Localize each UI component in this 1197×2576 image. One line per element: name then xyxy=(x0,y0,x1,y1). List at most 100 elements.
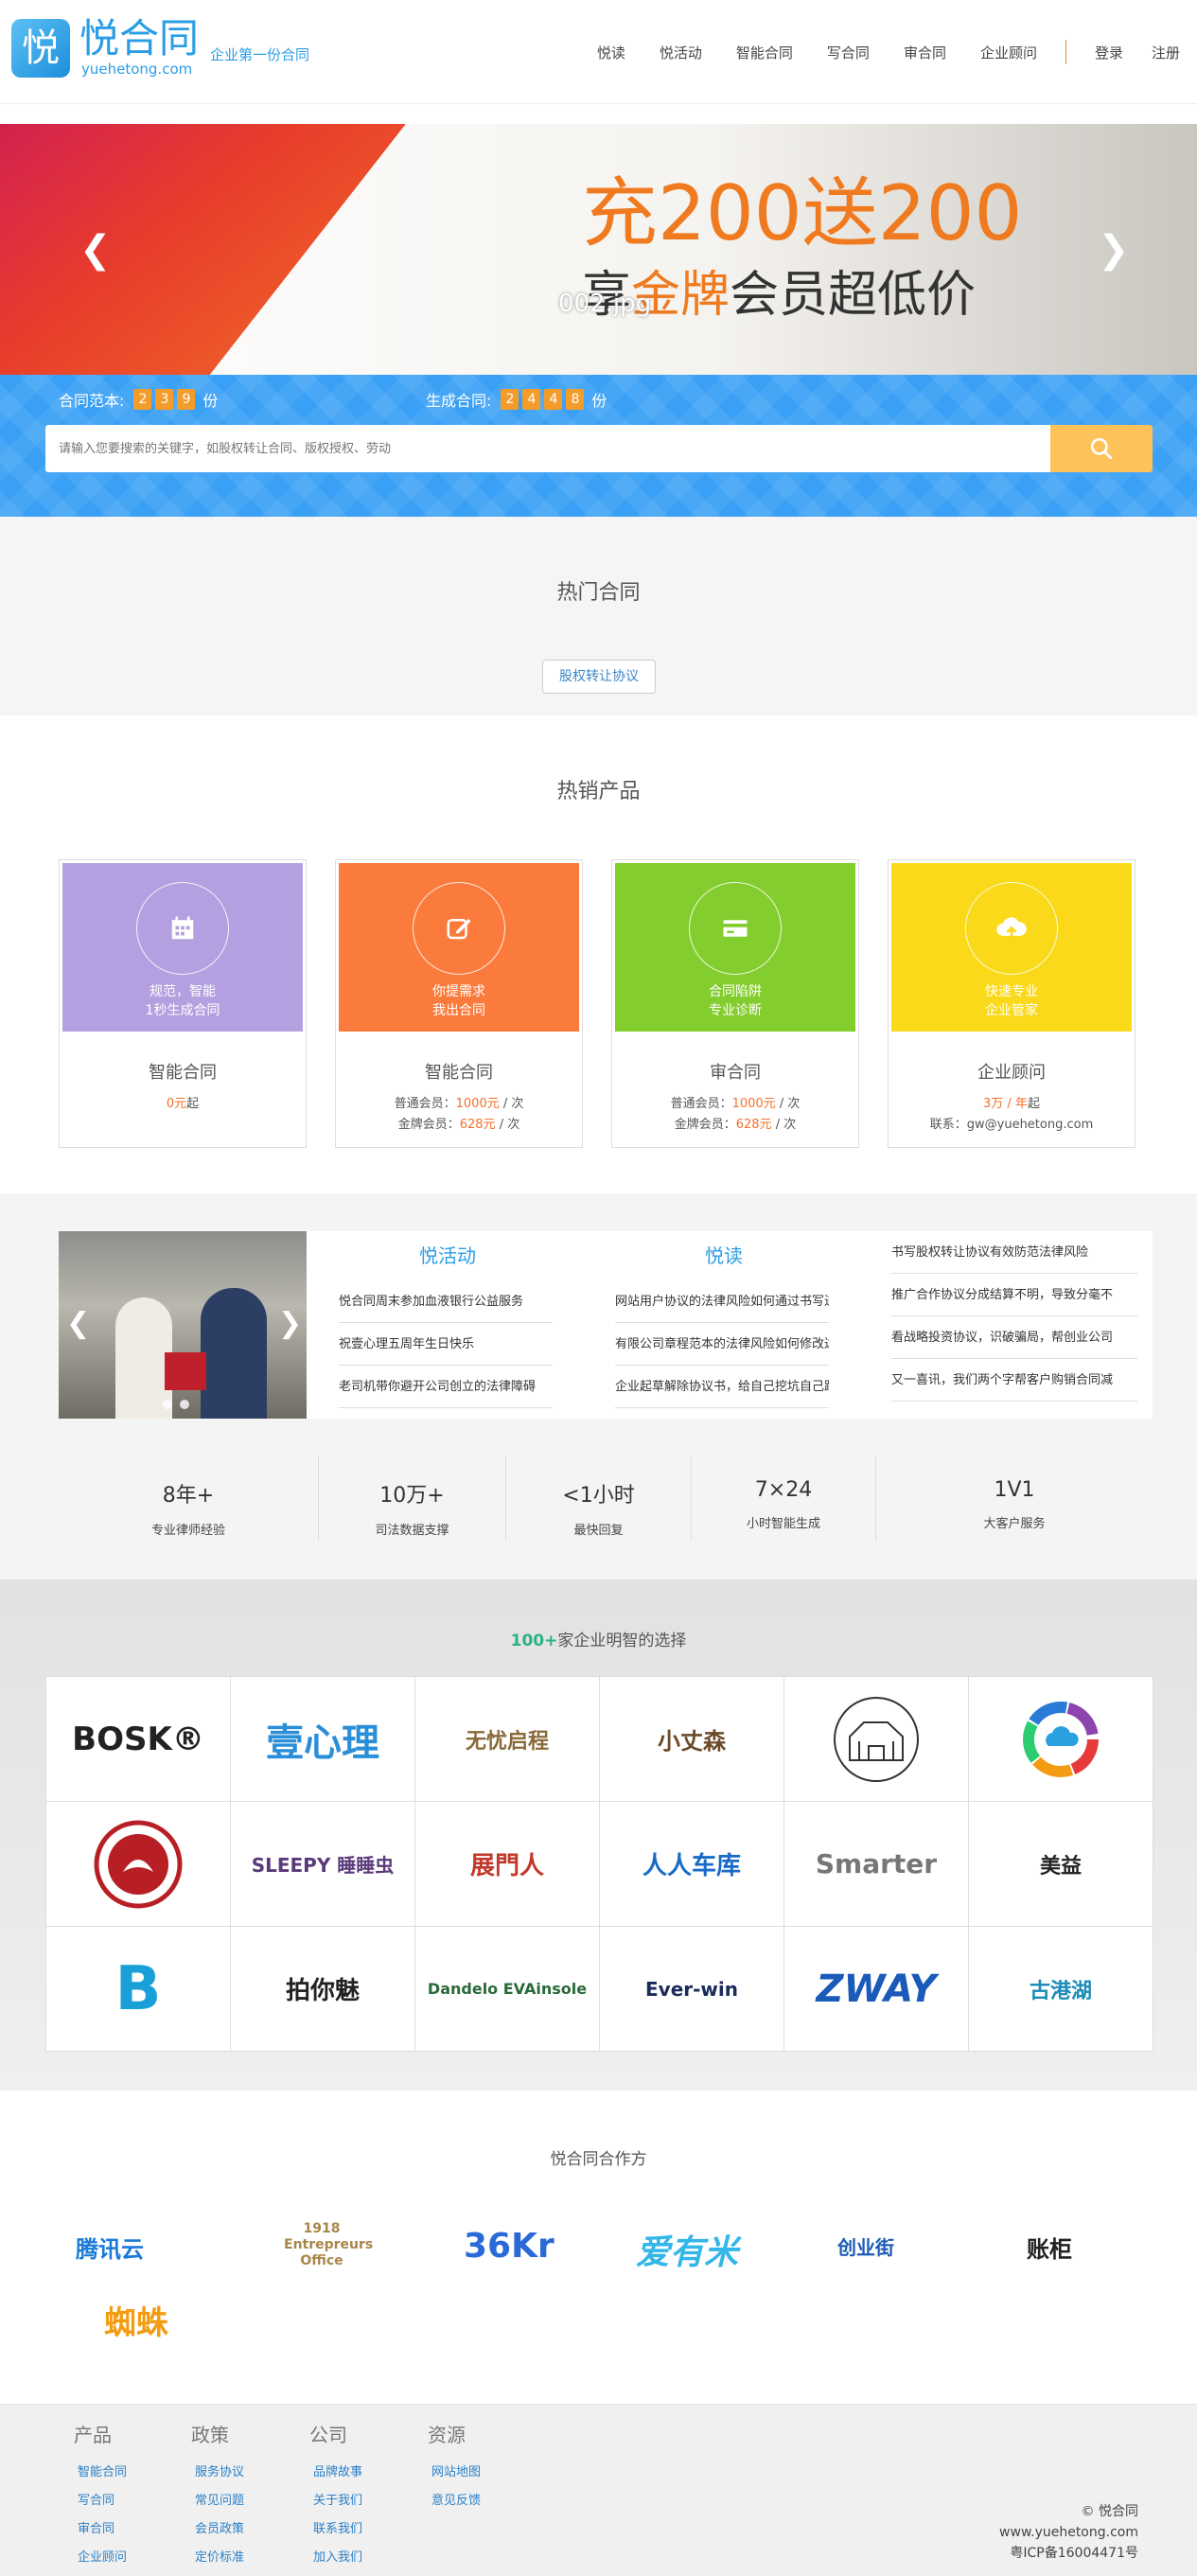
news-link[interactable]: 看战略投资协议，识破骗局，帮创业公司 xyxy=(891,1316,1137,1359)
kpi-item: 8年+ 专业律师经验 xyxy=(59,1456,319,1541)
stat-unit: 份 xyxy=(591,392,607,410)
product-card[interactable]: 合同陷阱 专业诊断 审合同 普通会员：1000元 / 次 金牌会员：628元 / … xyxy=(611,859,859,1148)
price-suffix: / 次 xyxy=(495,1118,520,1132)
product-card[interactable]: 规范，智能 1秒生成合同 智能合同 0元起 xyxy=(59,859,307,1148)
search-button[interactable] xyxy=(1050,425,1153,472)
banner-headline: 充200送200 xyxy=(582,171,1022,256)
footer-link[interactable]: 网站地图 xyxy=(428,2459,481,2487)
footer-link[interactable]: 会员政策 xyxy=(191,2515,244,2544)
calendar-icon xyxy=(171,916,194,940)
product-card-banner: 规范，智能 1秒生成合同 xyxy=(62,863,303,1032)
product-card-banner: 你提需求 我出合同 xyxy=(339,863,579,1032)
chevron-right-icon[interactable]: ❯ xyxy=(1098,231,1130,269)
brand-logo: ZWAY xyxy=(784,1927,969,2052)
footer-link[interactable]: 智能合同 xyxy=(74,2459,127,2487)
footer-link[interactable]: 联系我们 xyxy=(309,2515,362,2544)
banner-filename: 002.jpg xyxy=(558,290,652,318)
read-column: 悦读 网站用户协议的法律风险如何通过书写进 有限公司章程范本的法律风险如何修改达… xyxy=(600,1231,848,1408)
kpi-desc: 专业律师经验 xyxy=(150,1524,225,1538)
hot-contracts-section: 热门合同 股权转让协议 xyxy=(0,517,1197,715)
footer-link[interactable]: 企业顾问 xyxy=(74,2544,127,2572)
product-price: 3万 / 年起 xyxy=(889,1093,1135,1111)
footer-link[interactable]: 写合同 xyxy=(74,2487,127,2515)
product-name: 企业顾问 xyxy=(977,1063,1046,1083)
footer-link[interactable]: 加入我们 xyxy=(309,2544,362,2572)
brand-logo: 古港湖 xyxy=(969,1927,1153,2052)
chevron-right-icon[interactable]: ❯ xyxy=(278,1307,302,1340)
footer-heading: 公司 xyxy=(309,2424,347,2446)
nav-item-review-contract[interactable]: 审合同 xyxy=(904,43,946,62)
news-link[interactable]: 网站用户协议的法律风险如何通过书写进 xyxy=(615,1280,829,1323)
register-link[interactable]: 注册 xyxy=(1152,43,1180,62)
product-icon-circle xyxy=(136,882,229,975)
activity-photo-carousel[interactable]: ❮ ❯ xyxy=(59,1231,307,1419)
news-link[interactable]: 有限公司章程范本的法律风险如何修改达 xyxy=(615,1323,829,1366)
logo-icon[interactable]: 悦 xyxy=(11,19,70,78)
product-desc-line: 专业诊断 xyxy=(709,1003,762,1018)
kpi-value: <1小时 xyxy=(562,1484,635,1508)
news-link[interactable]: 推广合作协议分成结算不明，导致分毫不 xyxy=(891,1274,1137,1316)
chevron-left-icon[interactable]: ❮ xyxy=(79,231,112,269)
kpi-value: 7×24 xyxy=(754,1478,813,1502)
brand-logo: Ever-win xyxy=(600,1927,784,2052)
chevron-left-icon[interactable]: ❮ xyxy=(66,1307,90,1340)
column-title[interactable]: 悦读 xyxy=(600,1231,848,1280)
product-desc-line: 快速专业 xyxy=(985,984,1038,999)
brand-logo: B xyxy=(46,1927,231,2052)
advisor-contact: 联系：gw@yuehetong.com xyxy=(929,1118,1094,1132)
price-suffix: 起 xyxy=(1027,1097,1040,1111)
news-link[interactable]: 老司机带你避开公司创立的法律障碍 xyxy=(339,1366,553,1408)
brand-logo xyxy=(46,1802,231,1927)
search-icon xyxy=(1090,437,1113,460)
price-suffix: 起 xyxy=(186,1097,200,1111)
footer-link[interactable]: 关于我们 xyxy=(309,2487,362,2515)
nav-item-read[interactable]: 悦读 xyxy=(597,43,625,62)
product-price: 0元起 xyxy=(60,1093,306,1111)
nav-item-write-contract[interactable]: 写合同 xyxy=(827,43,870,62)
more-articles-column: 书写股权转让协议有效防范法律风险 推广合作协议分成结算不明，导致分毫不 看战略投… xyxy=(882,1231,1153,1402)
footer-link[interactable]: 常见问题 xyxy=(191,2487,244,2515)
promo-banner[interactable]: 充200送200 享金牌会员超低价 002.jpg ❮ ❯ xyxy=(0,124,1197,375)
footer-link[interactable]: 定价标准 xyxy=(191,2544,244,2572)
footer-link[interactable]: 服务协议 xyxy=(191,2459,244,2487)
edit-icon xyxy=(447,919,471,940)
logo-name[interactable]: 悦合同 xyxy=(79,17,199,61)
carousel-dot[interactable] xyxy=(180,1400,189,1409)
search-input[interactable] xyxy=(45,425,1050,472)
product-card[interactable]: 快速专业 企业管家 企业顾问 3万 / 年起 联系：gw@yuehetong.co… xyxy=(888,859,1135,1148)
product-name: 智能合同 xyxy=(149,1063,217,1083)
brand-logo: SLEEPY 睡睡虫 xyxy=(231,1802,415,1927)
product-price-regular: 普通会员：1000元 / 次 xyxy=(336,1093,582,1111)
footer-link[interactable]: 审合同 xyxy=(74,2515,127,2544)
login-link[interactable]: 登录 xyxy=(1095,43,1123,62)
news-link[interactable]: 祝壹心理五周年生日快乐 xyxy=(339,1323,553,1366)
carousel-dot[interactable] xyxy=(163,1400,172,1409)
price-value: 1000元 xyxy=(731,1097,776,1111)
nav-item-advisor[interactable]: 企业顾问 xyxy=(980,43,1037,62)
news-link[interactable]: 书写股权转让协议有效防范法律风险 xyxy=(891,1231,1137,1274)
stat-digit: 9 xyxy=(177,389,196,410)
kpi-value: 1V1 xyxy=(994,1478,1035,1502)
column-title[interactable]: 悦活动 xyxy=(324,1231,572,1280)
price-label: 普通会员： xyxy=(670,1097,732,1111)
footer-heading: 资源 xyxy=(428,2424,466,2446)
generated-count: 生成合同: 2 4 4 8 份 xyxy=(426,388,607,411)
news-link[interactable]: 企业起草解除协议书，给自己挖坑自己跳 xyxy=(615,1366,829,1408)
nav-item-smart-contract[interactable]: 智能合同 xyxy=(736,43,793,62)
product-desc-line: 我出合同 xyxy=(432,1003,485,1018)
section-title-text: 家企业明智的选择 xyxy=(557,1632,687,1650)
footer-link[interactable]: 品牌故事 xyxy=(309,2459,362,2487)
nav-item-activity[interactable]: 悦活动 xyxy=(660,43,702,62)
news-link[interactable]: 悦合同周末参加血液银行公益服务 xyxy=(339,1280,553,1323)
section-title: 热门合同 xyxy=(556,581,641,605)
stat-digit: 3 xyxy=(155,389,174,410)
building-sketch-logo xyxy=(834,1696,919,1782)
product-card[interactable]: 你提需求 我出合同 智能合同 普通会员：1000元 / 次 金牌会员：628元 /… xyxy=(335,859,583,1148)
kpi-value: 10万+ xyxy=(379,1484,445,1508)
contract-tag-button[interactable]: 股权转让协议 xyxy=(542,660,656,694)
product-name: 智能合同 xyxy=(425,1063,493,1083)
partner-logo: 腾讯云 xyxy=(76,2236,144,2263)
footer-link[interactable]: 意见反馈 xyxy=(428,2487,481,2515)
news-link[interactable]: 又一喜讯，我们两个字帮客户购销合同减 xyxy=(891,1359,1137,1402)
product-desc: 快速专业 企业管家 xyxy=(891,982,1132,1020)
